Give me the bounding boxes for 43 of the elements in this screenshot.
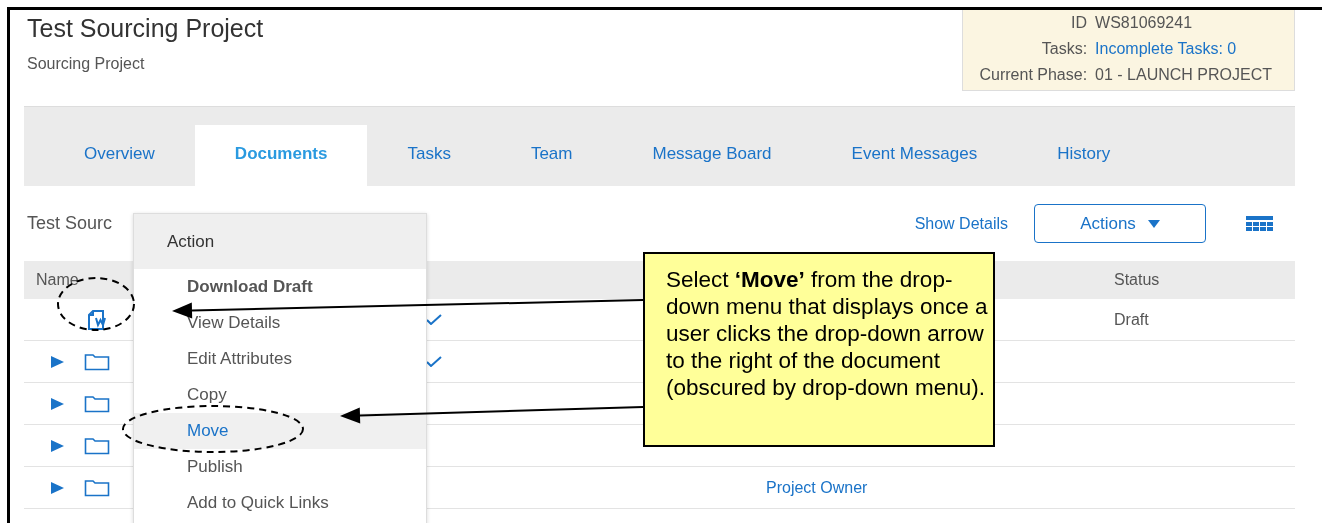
check-icon bbox=[426, 356, 442, 367]
folder-icon[interactable] bbox=[84, 394, 110, 413]
info-label: ID bbox=[1070, 13, 1088, 33]
info-value: WS81069241 bbox=[1095, 13, 1194, 33]
info-label: Tasks: bbox=[1040, 39, 1088, 59]
tab[interactable]: Message Board bbox=[612, 125, 812, 186]
menu-item[interactable]: Move bbox=[134, 413, 426, 449]
expand-arrow-icon[interactable] bbox=[51, 397, 64, 410]
menu-item[interactable]: Edit Attributes bbox=[134, 341, 426, 377]
tab[interactable]: Documents bbox=[194, 125, 368, 186]
check-icon bbox=[426, 314, 442, 325]
info-value: 01 - LAUNCH PROJECT bbox=[1095, 65, 1272, 85]
folder-icon[interactable] bbox=[84, 352, 110, 371]
menu-item[interactable]: View Details bbox=[134, 305, 426, 341]
callout-note: Select ‘Move’ from the drop-down menu that displays once a user clicks the drop-down arrow to the right of the document (obscured by drop-down menu). bbox=[643, 252, 995, 447]
role-link[interactable]: Project Owner bbox=[766, 478, 868, 497]
caret-icon bbox=[1147, 219, 1160, 228]
tab[interactable]: Overview bbox=[44, 125, 195, 186]
show-details-link[interactable]: Show Details bbox=[914, 214, 1008, 233]
menu-item[interactable]: Publish bbox=[134, 449, 426, 485]
tab[interactable]: Tasks bbox=[367, 125, 491, 186]
table-view-icon[interactable] bbox=[1246, 215, 1273, 232]
page-title: Test Sourcing Project bbox=[27, 14, 264, 43]
actions-button[interactable]: Actions bbox=[1034, 204, 1206, 243]
column-header: Name bbox=[36, 271, 79, 289]
page-subtitle: Sourcing Project bbox=[27, 55, 146, 73]
column-header: Status bbox=[1114, 271, 1160, 289]
menu-title: Action bbox=[134, 214, 426, 269]
expand-arrow-icon[interactable] bbox=[51, 481, 64, 494]
folder-icon[interactable] bbox=[84, 478, 110, 497]
menu-item[interactable]: Download Draft bbox=[134, 269, 426, 305]
expand-arrow-icon[interactable] bbox=[51, 355, 64, 368]
status-text: Draft bbox=[1114, 310, 1149, 329]
menu-item[interactable]: Copy bbox=[134, 377, 426, 413]
info-link[interactable]: Incomplete Tasks: 0 bbox=[1095, 38, 1272, 60]
tab[interactable]: Team bbox=[490, 125, 613, 186]
menu-item[interactable]: Add to Quick Links bbox=[134, 485, 426, 521]
section-title: Test Sourc bbox=[27, 213, 114, 234]
tab[interactable]: History bbox=[1017, 125, 1151, 186]
folder-icon[interactable] bbox=[84, 436, 110, 455]
info-label: Current Phase: bbox=[979, 65, 1088, 85]
expand-arrow-icon[interactable] bbox=[51, 439, 64, 452]
tab[interactable]: Event Messages bbox=[811, 125, 1018, 186]
